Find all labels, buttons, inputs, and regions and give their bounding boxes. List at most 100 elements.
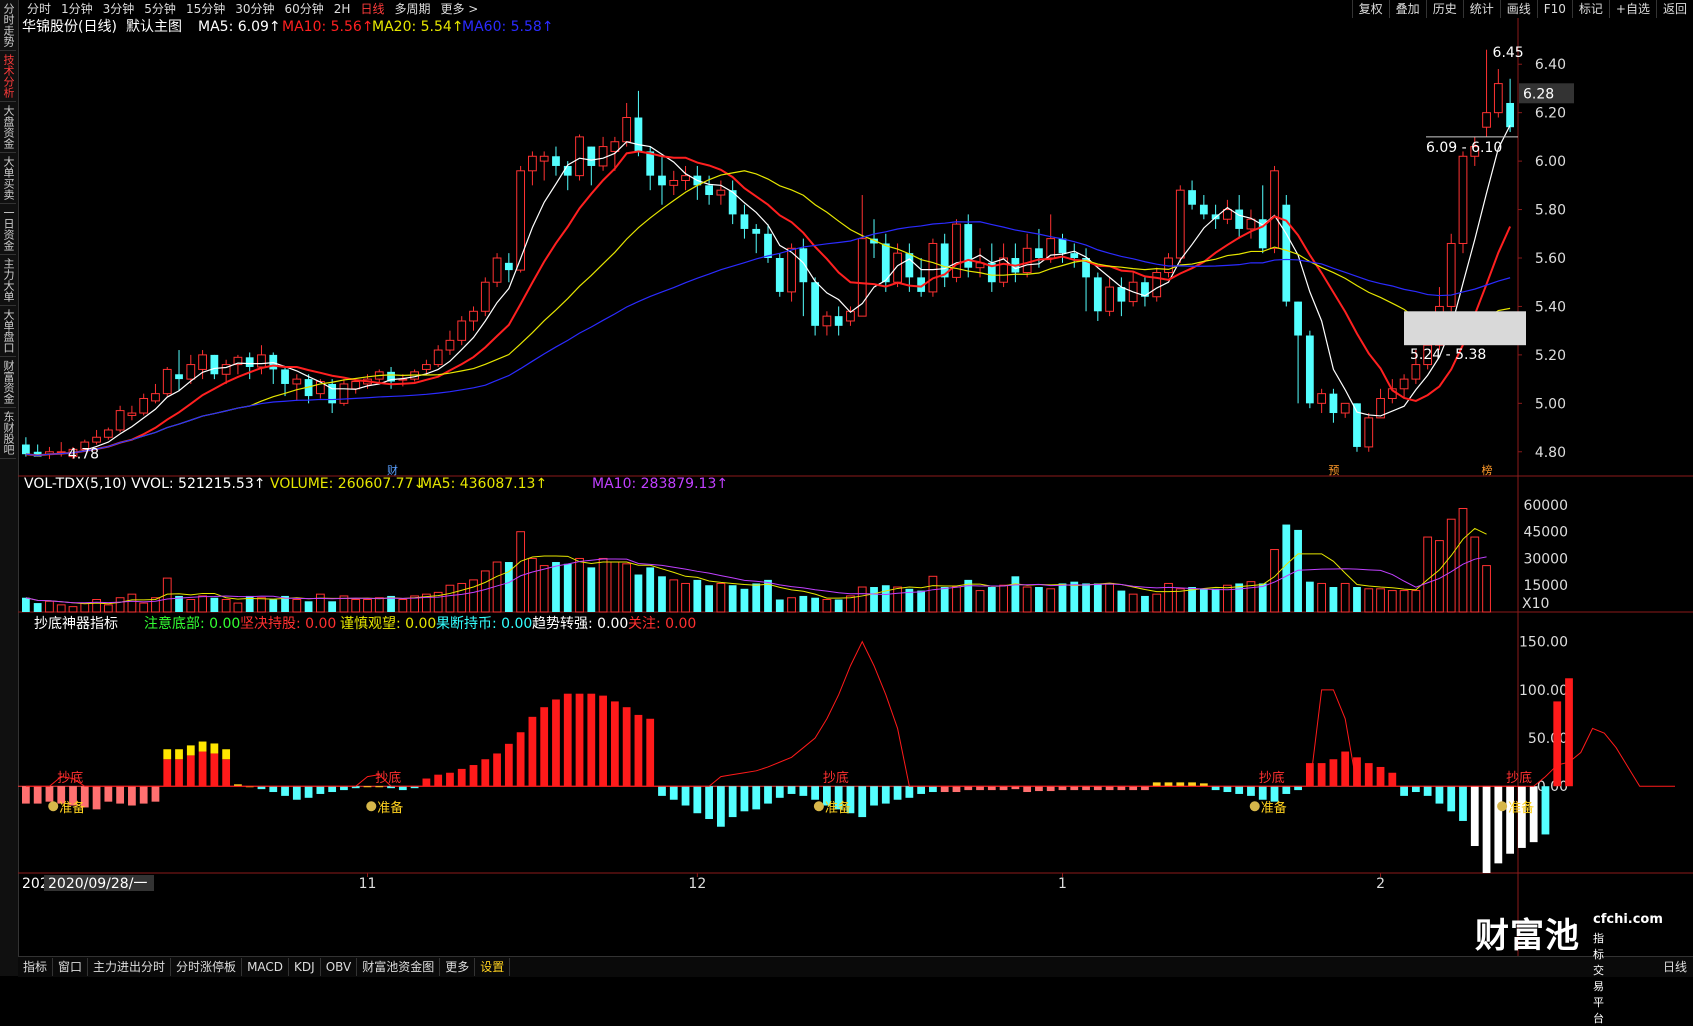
ind-ytick-0: 0.00 <box>1537 779 1568 795</box>
candle-body <box>151 393 160 402</box>
signal-buy-2: 抄底 <box>823 770 849 786</box>
ind-bar <box>587 693 596 787</box>
period-tab-9[interactable]: 多周期 <box>389 0 435 18</box>
period-tab-3[interactable]: 5分钟 <box>139 0 181 18</box>
bottom-tab-8[interactable]: 更多 <box>440 958 476 976</box>
side-tab-3[interactable]: 大单买卖 <box>0 153 16 204</box>
candle-body <box>1246 218 1256 230</box>
volume-bar <box>1105 582 1114 613</box>
bottom-tab-4[interactable]: MACD <box>242 958 290 976</box>
toolbar-item-2[interactable]: 历史 <box>1425 0 1463 18</box>
toolbar-item-1[interactable]: 叠加 <box>1388 0 1426 18</box>
toolbar-item-5[interactable]: F10 <box>1536 0 1572 18</box>
volume-bar <box>716 582 726 613</box>
ind-bar <box>1164 782 1173 787</box>
ind-bar <box>976 786 984 791</box>
toolbar-item-7[interactable]: +自选 <box>1608 0 1656 18</box>
period-tab-1[interactable]: 1分钟 <box>56 0 98 18</box>
toolbar-item-6[interactable]: 标记 <box>1571 0 1609 18</box>
volume-bar <box>1387 590 1397 613</box>
volume-bar <box>1046 588 1056 613</box>
toolbar-item-8[interactable]: 返回 <box>1655 0 1693 18</box>
volume-bar <box>351 599 361 613</box>
bottom-tab-9[interactable]: 设置 <box>475 958 511 976</box>
volume-bar <box>1423 536 1433 613</box>
volume-bar <box>374 597 384 613</box>
period-tab-6[interactable]: 60分钟 <box>280 0 329 18</box>
volume-bar <box>139 602 149 613</box>
period-tab-7[interactable]: 2H <box>329 0 356 18</box>
ind-bar <box>1317 763 1326 787</box>
volume-bar <box>752 583 761 612</box>
side-tab-4[interactable]: 一日资金 <box>0 204 16 255</box>
volume-bar <box>917 590 926 612</box>
ind-bar <box>398 786 407 791</box>
ind-legend-title: 抄底神器指标 <box>34 616 118 632</box>
candle-body <box>175 374 183 380</box>
period-tab-5[interactable]: 30分钟 <box>230 0 279 18</box>
candle-body <box>1364 417 1374 448</box>
period-tab-10[interactable]: 更多 > <box>435 0 483 18</box>
candle-body <box>1223 209 1232 220</box>
period-tab-8[interactable]: 日线 <box>355 0 389 18</box>
ind-bar <box>929 786 937 793</box>
ind-bar <box>1176 782 1185 787</box>
ind-bar <box>1329 759 1338 787</box>
toolbar-item-3[interactable]: 统计 <box>1462 0 1500 18</box>
volume-bar <box>186 599 196 613</box>
main-ytick-4: 5.60 <box>1535 251 1566 267</box>
candle-body <box>1482 112 1491 128</box>
volume-bar <box>857 586 867 613</box>
volume-bar <box>893 586 902 613</box>
bottom-tab-7[interactable]: 财富池资金图 <box>357 958 441 976</box>
side-tab-8[interactable]: 东财股吧 <box>0 408 16 459</box>
main-ytick-1: 5.00 <box>1535 396 1566 412</box>
candle-body <box>1458 155 1468 244</box>
volume-bar <box>999 584 1008 613</box>
candle-body <box>822 315 832 327</box>
bottom-tab-6[interactable]: OBV <box>321 958 358 976</box>
ind-bar <box>1447 786 1456 812</box>
bottom-tab-1[interactable]: 窗口 <box>53 958 89 976</box>
toolbar-item-0[interactable]: 复权 <box>1351 0 1389 18</box>
volume-bar <box>834 599 843 612</box>
ind-bar <box>446 772 454 787</box>
bottom-tab-5[interactable]: KDJ <box>289 958 321 976</box>
side-tab-2[interactable]: 大盘资金 <box>0 102 16 153</box>
money-bag-icon <box>1497 801 1508 812</box>
kline-chart[interactable]: 4.80 5.00 5.20 5.40 5.60 5.80 6.00 6.20 6.40 1500… <box>18 18 1693 956</box>
ind-bar <box>1494 786 1503 864</box>
ind-bar <box>964 786 973 791</box>
candle-body <box>857 238 867 317</box>
side-tab-0[interactable]: 分时走势 <box>0 0 16 51</box>
ind-bar <box>1294 786 1302 791</box>
legend-ma20: MA20: 5.54↑ <box>372 19 464 35</box>
side-tab-5[interactable]: 主力大单 <box>0 255 16 306</box>
bottom-tab-2[interactable]: 主力进出分时 <box>88 958 172 976</box>
side-tab-6[interactable]: 大单盘口 <box>0 306 16 357</box>
volume-bar <box>1022 586 1032 613</box>
bottom-tab-3[interactable]: 分时涨停板 <box>171 958 243 976</box>
period-tab-0[interactable]: 分时 <box>22 0 56 18</box>
ind-bar <box>1258 786 1267 800</box>
volume-bar <box>1294 529 1302 612</box>
ind-bar <box>787 786 796 794</box>
candle-body <box>422 364 431 370</box>
period-tab-4[interactable]: 15分钟 <box>181 0 230 18</box>
ind-bar <box>622 707 631 787</box>
ind-bar <box>457 768 466 787</box>
period-tab-2[interactable]: 3分钟 <box>98 0 140 18</box>
toolbar-item-4[interactable]: 画线 <box>1499 0 1537 18</box>
candle-body <box>433 349 443 366</box>
bottom-tab-0[interactable]: 指标 <box>18 958 54 976</box>
volume-bar <box>1035 587 1043 612</box>
side-tab-7[interactable]: 财富资金 <box>0 357 16 408</box>
x-axis-date: 2020/09/28/一 <box>48 876 147 892</box>
candle-body <box>257 354 266 368</box>
candle-body <box>799 248 808 283</box>
ind-bar-cap <box>198 741 207 752</box>
volume-bar <box>622 563 632 613</box>
ind-legend-f2: 坚决持股: 0.00 <box>240 616 336 632</box>
side-tab-1[interactable]: 技术分析 <box>0 51 16 102</box>
candle-body <box>480 281 490 312</box>
